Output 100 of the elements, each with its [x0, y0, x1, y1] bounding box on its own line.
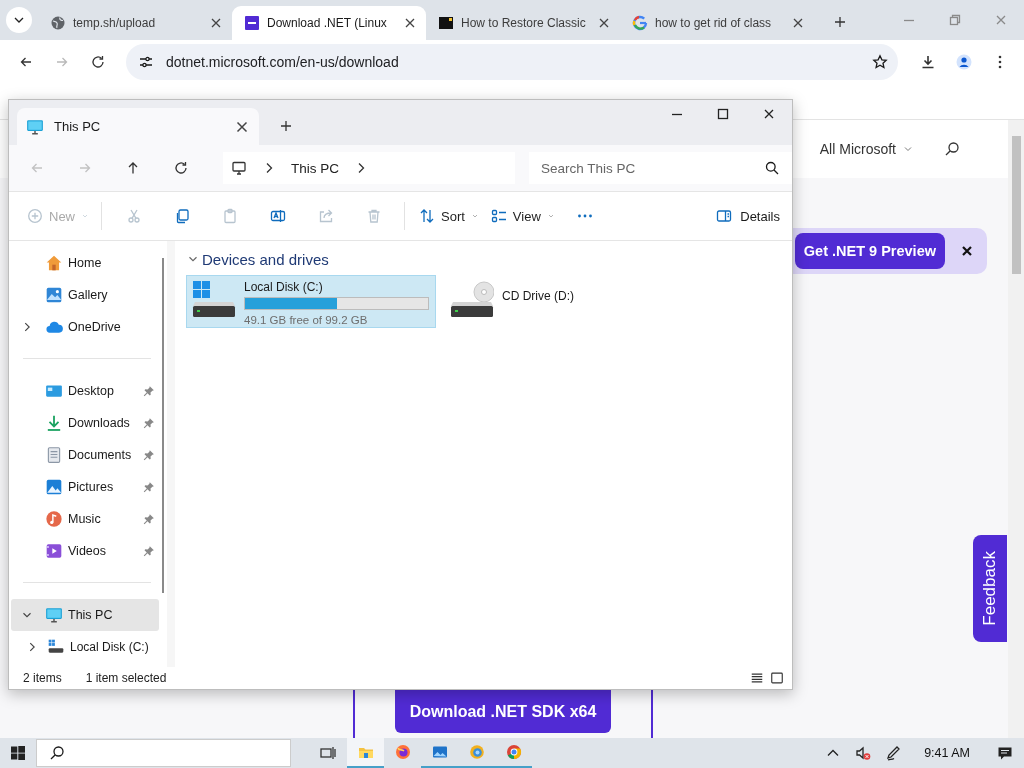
globe-icon	[50, 15, 66, 31]
sidebar-label: Documents	[68, 448, 133, 462]
windows-drive-icon	[192, 279, 236, 319]
cd-drive-icon	[450, 279, 494, 319]
restore-icon	[947, 12, 963, 28]
scrollbar[interactable]	[162, 258, 164, 593]
url-text: dotnet.microsoft.com/en-us/download	[166, 54, 400, 70]
taskbar-search-field[interactable]	[36, 739, 291, 767]
computer-icon	[45, 606, 63, 624]
sidebar-item[interactable]: Documents	[11, 439, 159, 471]
download-icon	[920, 54, 936, 70]
search-field[interactable]: Search This PC	[529, 152, 792, 184]
picture-icon	[45, 478, 63, 496]
sidebar-label: Videos	[68, 544, 107, 558]
desktop-icon	[45, 382, 63, 400]
details-button[interactable]: Details	[716, 200, 780, 232]
video-icon	[45, 542, 63, 560]
plus-icon	[278, 118, 294, 134]
circle-app-icon	[468, 744, 485, 760]
breadcrumb-item[interactable]: This PC	[291, 160, 339, 176]
group-header[interactable]: Devices and drives	[186, 247, 329, 271]
tiles-view-button[interactable]	[770, 671, 784, 685]
photo-app-icon	[431, 744, 448, 760]
tab-title: temp.sh/upload	[73, 16, 157, 30]
sidebar-item[interactable]: OneDrive	[11, 311, 159, 343]
maximize-icon	[715, 106, 731, 122]
site-logo-icon	[244, 15, 260, 31]
pen-icon	[885, 745, 902, 761]
minimize-icon	[671, 112, 683, 116]
sidebar-label: Home	[68, 256, 103, 270]
details-pane-icon	[716, 208, 733, 224]
plus-icon	[832, 14, 848, 30]
clock[interactable]: 9:41 AM	[924, 746, 970, 760]
preview-button[interactable]: Get .NET 9 Preview	[794, 233, 945, 269]
download-sdk-button[interactable]: Download .NET SDK x64	[394, 690, 612, 733]
speaker-muted-icon	[855, 745, 872, 761]
tab-title: Download .NET (Linux	[267, 16, 388, 30]
windows-logo-icon	[10, 745, 26, 761]
document-icon	[45, 446, 63, 464]
feedback-tab[interactable]: Feedback	[973, 535, 1007, 642]
browser-tab[interactable]: Download .NET (Linux	[232, 6, 426, 40]
address-bar[interactable]: This PC	[223, 152, 515, 184]
sidebar-item[interactable]: Videos	[11, 535, 159, 567]
taskbar-app-button[interactable]	[347, 738, 384, 768]
item-count: 2 items	[23, 671, 62, 685]
music-icon	[45, 510, 63, 528]
sidebar-label: Downloads	[68, 416, 131, 430]
sidebar-item[interactable]: This PC	[11, 599, 159, 631]
sidebar-item[interactable]: Local Disk (C:)	[11, 631, 159, 663]
tab-title: How to Restore Classic	[461, 16, 587, 30]
computer-icon	[26, 117, 44, 136]
selection-count: 1 item selected	[85, 671, 167, 685]
monitor-icon	[231, 160, 247, 176]
sidebar-item[interactable]: Home	[11, 247, 159, 279]
sidebar-item[interactable]: Gallery	[11, 279, 159, 311]
chrome-logo-icon	[505, 744, 522, 760]
avatar-icon	[956, 54, 972, 70]
sort-button[interactable]: Sort	[419, 200, 479, 232]
browser-tab[interactable]: temp.sh/upload	[38, 6, 232, 40]
chevron-down-icon	[81, 212, 89, 220]
view-button[interactable]: View	[490, 200, 555, 232]
details-view-button[interactable]	[750, 671, 764, 685]
sidebar-item[interactable]: Desktop	[11, 375, 159, 407]
search-icon	[944, 141, 960, 157]
gallery-icon	[45, 286, 63, 304]
drive-name: Local Disk (C:)	[244, 279, 324, 295]
sidebar-label: Pictures	[68, 480, 115, 494]
task-view-icon	[320, 745, 336, 761]
tab-search-button[interactable]	[6, 7, 32, 33]
site-settings-icon	[138, 54, 154, 70]
browser-tab[interactable]: how to get rid of class	[620, 6, 814, 40]
notification-icon	[997, 745, 1013, 761]
drive-tile[interactable]: Local Disk (C:) 49.1 GB free of 99.2 GB	[186, 275, 436, 328]
sidebar-label: Music	[68, 512, 102, 526]
sidebar-item[interactable]: Downloads	[11, 407, 159, 439]
sidebar-item[interactable]: Pictures	[11, 471, 159, 503]
explorer-tab[interactable]: This PC	[17, 108, 259, 145]
list-view-icon	[750, 671, 764, 685]
address-bar[interactable]: dotnet.microsoft.com/en-us/download	[126, 44, 898, 80]
tab-title: how to get rid of class	[655, 16, 773, 30]
free-space-text: 49.1 GB free of 99.2 GB	[244, 314, 369, 326]
site-logo-icon	[438, 15, 454, 31]
sidebar-label: This PC	[68, 608, 114, 622]
firefox-logo-icon	[394, 744, 411, 760]
search-icon	[49, 745, 65, 761]
sidebar-label: Local Disk (C:)	[70, 640, 150, 654]
drive-tile[interactable]: CD Drive (D:)	[444, 275, 694, 328]
chevron-down-icon	[546, 212, 555, 220]
sidebar-label: Gallery	[68, 288, 109, 302]
sidebar-label: Desktop	[68, 384, 115, 398]
tiles-view-icon	[770, 671, 784, 685]
all-microsoft-menu[interactable]: All Microsoft	[819, 141, 914, 157]
download-icon	[45, 414, 63, 432]
house-icon	[45, 254, 63, 272]
scrollbar[interactable]	[1008, 120, 1024, 738]
browser-tab[interactable]: How to Restore Classic	[426, 6, 620, 40]
sidebar-item[interactable]: Music	[11, 503, 159, 535]
drive-icon	[47, 638, 65, 656]
google-logo-icon	[632, 15, 648, 31]
chevron-down-icon	[470, 212, 479, 220]
